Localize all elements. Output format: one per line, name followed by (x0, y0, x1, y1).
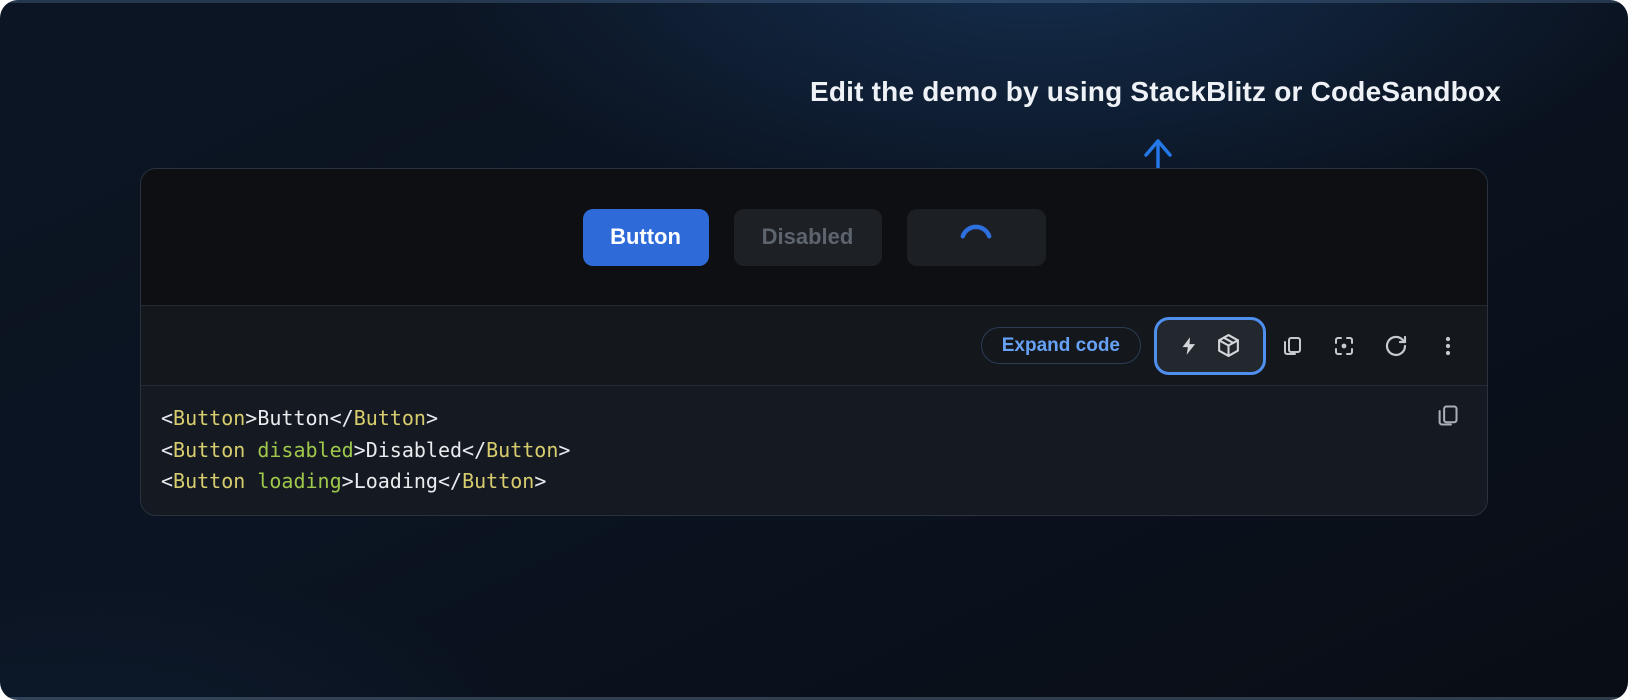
copy-code-button[interactable] (1434, 402, 1461, 432)
demo-preview-area: Button Disabled (141, 169, 1487, 305)
loading-spinner-icon (958, 219, 994, 247)
disabled-button: Disabled (734, 209, 882, 266)
page-background: Edit the demo by using StackBlitz or Cod… (0, 0, 1628, 700)
demo-card: Button Disabled Expand code (140, 168, 1488, 516)
code-lines: <Button>Button</Button><Button disabled>… (161, 403, 1417, 498)
code-block: <Button>Button</Button><Button disabled>… (141, 386, 1487, 515)
annotation-text: Edit the demo by using StackBlitz or Cod… (810, 76, 1501, 108)
codesandbox-icon[interactable] (1216, 333, 1241, 358)
copy-demo-button[interactable] (1266, 324, 1318, 368)
code-line: <Button loading>Loading</Button> (161, 466, 1417, 498)
refresh-icon (1384, 334, 1408, 358)
stackblitz-icon[interactable] (1179, 334, 1199, 358)
primary-button[interactable]: Button (583, 209, 709, 266)
expand-code-button[interactable]: Expand code (981, 327, 1141, 364)
refresh-demo-button[interactable] (1370, 324, 1422, 368)
copy-icon (1280, 334, 1304, 358)
code-line: <Button>Button</Button> (161, 403, 1417, 435)
top-edge-highlight (0, 0, 1628, 3)
copy-icon (1434, 402, 1461, 429)
more-actions-button[interactable] (1422, 324, 1474, 368)
isolate-demo-button[interactable] (1318, 324, 1370, 368)
editor-icons-highlight-box (1154, 317, 1266, 375)
isolate-icon (1332, 334, 1356, 358)
loading-button (907, 209, 1046, 266)
demo-toolbar: Expand code (141, 305, 1487, 386)
kebab-menu-icon (1436, 334, 1460, 358)
code-line: <Button disabled>Disabled</Button> (161, 435, 1417, 467)
